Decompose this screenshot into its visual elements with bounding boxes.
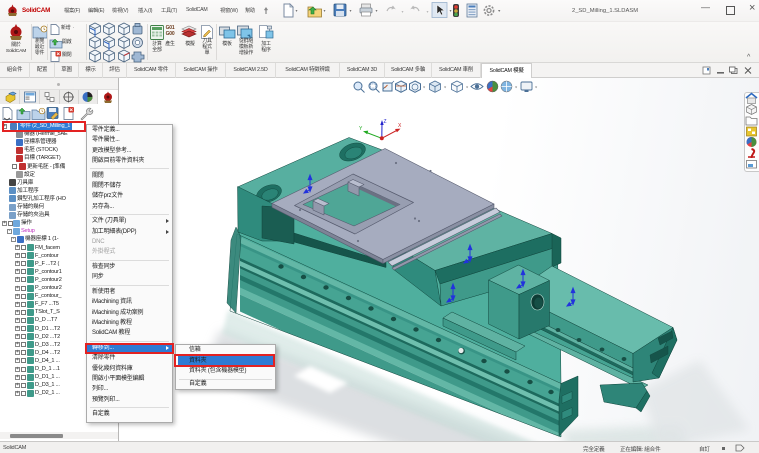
svg-text:Y: Y [359, 126, 363, 132]
svg-text:Z: Z [384, 119, 387, 125]
svg-text:X: X [398, 123, 402, 129]
